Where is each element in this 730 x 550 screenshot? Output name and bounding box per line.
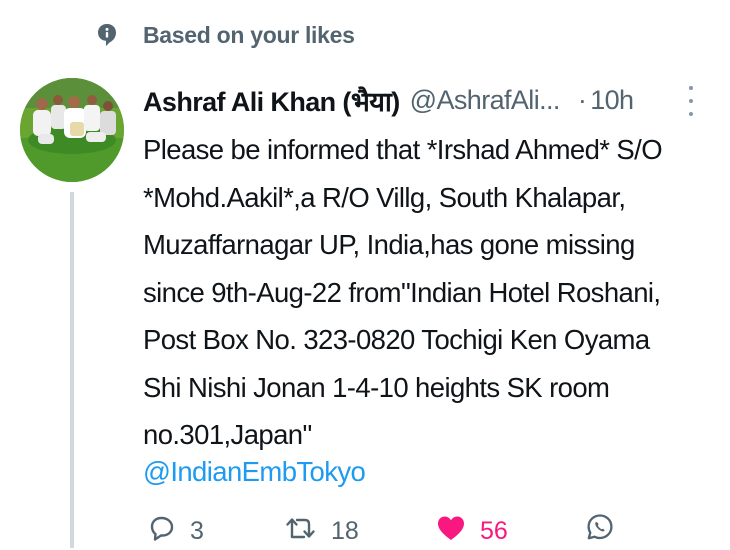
thread-line <box>70 192 74 548</box>
avatar[interactable] <box>20 78 124 182</box>
author-handle[interactable]: @AshrafAli... <box>410 85 561 116</box>
reply-button[interactable]: 3 <box>148 514 204 549</box>
author-name[interactable]: Ashraf Ali Khan (भैया) <box>143 82 400 119</box>
like-count: 56 <box>480 517 508 545</box>
mention-link[interactable]: @IndianEmbTokyo <box>143 448 366 495</box>
more-options-icon[interactable] <box>684 86 698 116</box>
speech-bubble-icon <box>96 22 118 48</box>
heart-icon <box>436 514 466 549</box>
reply-icon <box>148 514 176 549</box>
social-context: Based on your likes <box>96 18 355 52</box>
retweet-count: 18 <box>331 517 359 545</box>
tweet-header: Ashraf Ali Khan (भैया) @AshrafAli... · 1… <box>143 80 703 120</box>
retweet-icon <box>285 514 317 549</box>
retweet-button[interactable]: 18 <box>285 514 359 549</box>
whatsapp-icon <box>585 512 615 549</box>
timestamp[interactable]: 10h <box>590 85 634 116</box>
share-button[interactable] <box>585 512 615 549</box>
social-context-label: Based on your likes <box>143 21 355 48</box>
tweet-text: Please be informed that *Irshad Ahmed* S… <box>143 134 663 450</box>
separator-dot: · <box>577 84 587 115</box>
like-button[interactable]: 56 <box>436 514 508 549</box>
action-bar: 3 18 56 <box>0 510 730 550</box>
reply-count: 3 <box>190 517 204 545</box>
